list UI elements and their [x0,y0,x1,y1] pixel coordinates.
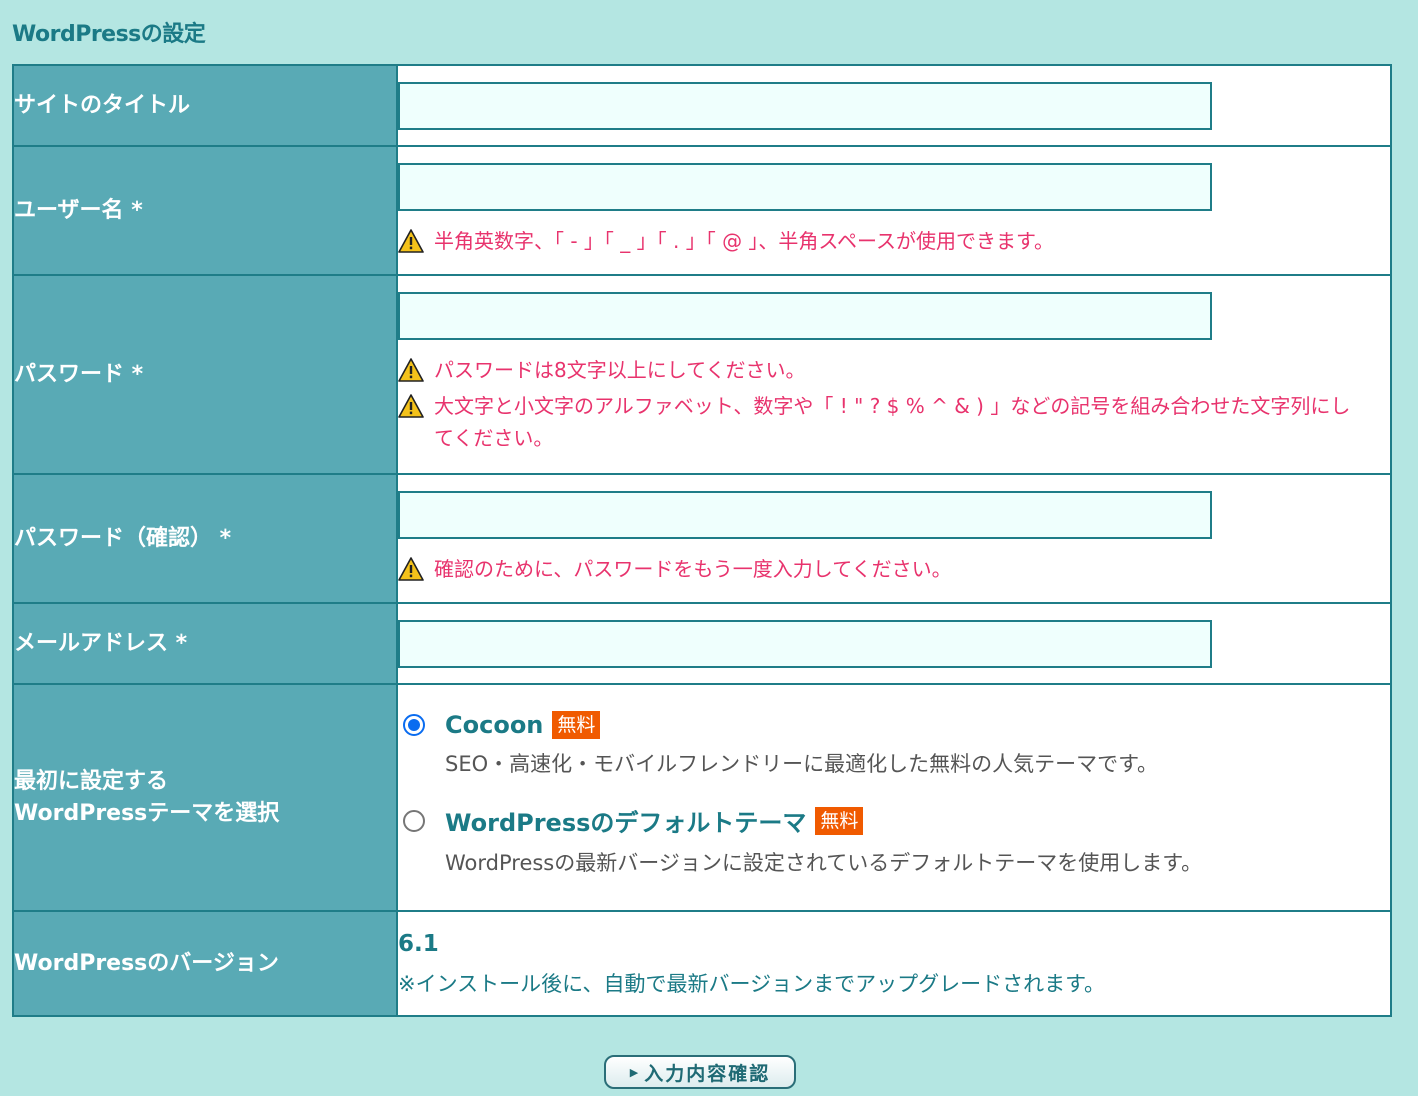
row-username: ユーザー名 * 半角英数字、「 - 」「 _ 」「 . 」「 @ 」、半角スペー… [12,145,1392,276]
warning-icon [398,557,424,581]
row-theme: 最初に設定する WordPressテーマを選択 Cocoon 無料 SEO・高速… [12,683,1392,912]
default-theme-radio[interactable] [403,809,425,832]
email-label: メールアドレス * [12,602,398,685]
site-title-input[interactable] [398,82,1212,130]
theme-option-cocoon[interactable]: Cocoon 無料 [398,711,1390,739]
password-note-length: パスワードは8文字以上にしてください。 [398,354,1390,386]
warning-icon [398,358,424,382]
wordpress-settings-table: サイトのタイトル ユーザー名 * 半角英数字、「 - 」「 _ 」「 . 」「 … [12,64,1392,1017]
warning-icon [398,394,424,418]
password-confirm-input[interactable] [398,491,1212,539]
password-confirm-label: パスワード（確認） * [12,473,398,604]
row-password-confirm: パスワード（確認） * 確認のために、パスワードをもう一度入力してください。 [12,473,1392,604]
warning-icon [398,229,424,253]
version-note: ※インストール後に、自動で最新バージョンまでアップグレードされます。 [398,972,1106,996]
row-password: パスワード * パスワードは8文字以上にしてください。 大文字と小文字のアルファ… [12,274,1392,475]
username-note: 半角英数字、「 - 」「 _ 」「 . 」「 @ 」、半角スペースが使用できます… [398,225,1390,257]
site-title-label: サイトのタイトル [12,64,398,147]
free-badge: 無料 [552,711,601,739]
password-label: パスワード * [12,274,398,475]
theme-name: Cocoon [445,711,544,739]
free-badge: 無料 [815,806,864,835]
version-label: WordPressのバージョン [12,910,398,1017]
password-note-symbols: 大文字と小文字のアルファベット、数字や「 ! " ? $ % ^ & ) 」など… [398,390,1390,454]
password-confirm-note: 確認のために、パスワードをもう一度入力してください。 [398,553,1390,585]
confirm-input-button[interactable]: ▶ 入力内容確認 [604,1055,796,1089]
version-value: 6.1 [398,931,439,957]
theme-label: 最初に設定する WordPressテーマを選択 [12,683,398,912]
section-title: WordPressの設定 [12,22,206,47]
row-email: メールアドレス * [12,602,1392,685]
username-label: ユーザー名 * [12,145,398,276]
theme-description: WordPressの最新バージョンに設定されているデフォルトテーマを使用します。 [445,851,1203,875]
username-input[interactable] [398,163,1212,211]
email-input[interactable] [398,620,1212,668]
theme-name: WordPressのデフォルトテーマ [445,809,807,837]
row-site-title: サイトのタイトル [12,64,1392,147]
theme-option-default[interactable]: WordPressのデフォルトテーマ 無料 [398,803,1390,838]
password-input[interactable] [398,292,1212,340]
row-version: WordPressのバージョン 6.1 ※インストール後に、自動で最新バージョン… [12,910,1392,1017]
cocoon-radio[interactable] [403,714,425,736]
play-triangle-icon: ▶ [629,1065,641,1079]
theme-description: SEO・高速化・モバイルフレンドリーに最適化した無料の人気テーマです。 [445,752,1159,776]
